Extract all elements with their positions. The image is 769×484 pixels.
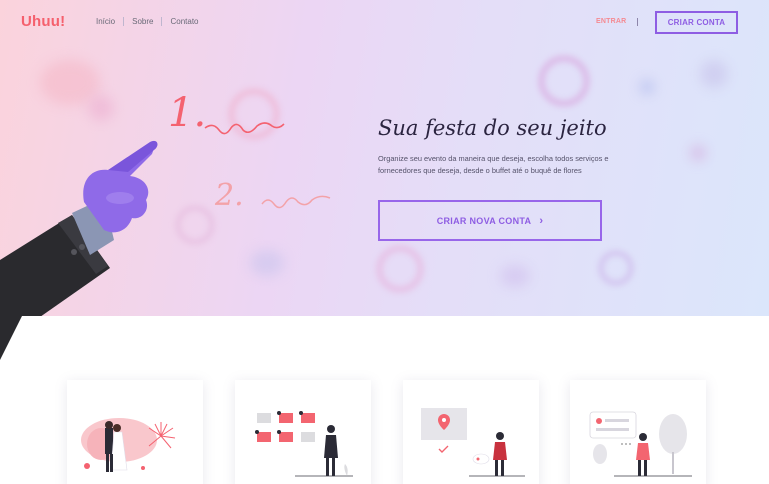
nav-link-inicio[interactable]: Início xyxy=(96,17,115,26)
hero-section: 1. 2. Uhuu! Início Sobre Contato ENTRAR … xyxy=(0,0,769,316)
nav-divider xyxy=(123,17,125,26)
feature-card-wedding[interactable] xyxy=(67,380,203,484)
pointing-hand-illustration: 1. 2. xyxy=(0,90,331,316)
brand-logo[interactable]: Uhuu! xyxy=(21,13,65,30)
signup-button[interactable]: CRIAR CONTA xyxy=(655,11,738,34)
cta-label: CRIAR NOVA CONTA xyxy=(436,215,532,226)
annotation-two: 2. xyxy=(214,178,244,213)
hero-title: Sua festa do seu jeito xyxy=(378,116,607,140)
bg-blob-decoration xyxy=(500,265,530,287)
wedding-couple-illustration xyxy=(81,418,176,472)
features-cards-row xyxy=(0,380,769,484)
chat-message-illustration xyxy=(589,411,692,477)
top-navbar: Uhuu! Início Sobre Contato ENTRAR CRIAR … xyxy=(0,0,769,44)
nav-menu: Início Sobre Contato xyxy=(96,17,199,26)
bg-blob-decoration xyxy=(690,145,706,161)
chevron-right-icon: › xyxy=(539,214,544,227)
bg-ring-decoration xyxy=(538,55,590,107)
bg-blob-decoration xyxy=(640,80,654,94)
feature-card-calendar[interactable] xyxy=(235,380,371,484)
feature-card-location[interactable] xyxy=(403,380,539,484)
annotation-one: 1. xyxy=(168,90,206,136)
login-link[interactable]: ENTRAR xyxy=(596,18,626,25)
bg-ring-decoration xyxy=(598,250,634,286)
nav-link-contato[interactable]: Contato xyxy=(170,17,198,26)
create-account-cta-button[interactable]: CRIAR NOVA CONTA › xyxy=(378,200,602,241)
nav-separator xyxy=(637,18,638,26)
bg-blob-decoration xyxy=(700,60,728,88)
calendar-planning-illustration xyxy=(255,411,353,477)
nav-divider xyxy=(161,17,163,26)
location-map-illustration xyxy=(421,408,525,477)
feature-card-chat[interactable] xyxy=(570,380,706,484)
nav-link-sobre[interactable]: Sobre xyxy=(132,17,153,26)
bg-ring-decoration xyxy=(376,245,424,293)
sleeve-extension xyxy=(0,300,30,360)
hero-subtitle: Organize seu evento da maneira que desej… xyxy=(378,154,609,175)
